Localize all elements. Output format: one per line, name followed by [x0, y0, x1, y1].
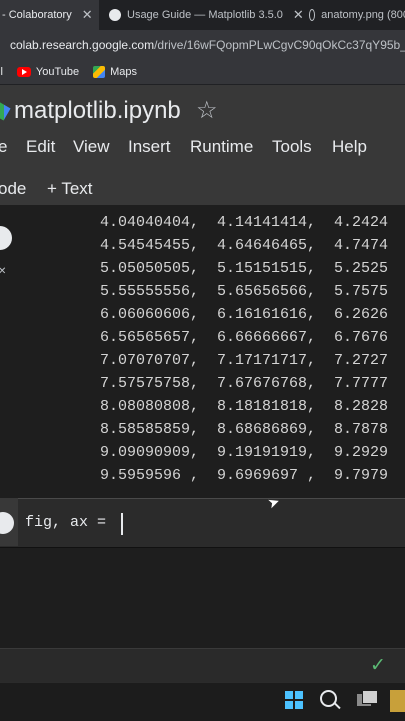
- bookmark-label: il: [0, 66, 3, 78]
- output-line: 5.05050505, 5.15151515, 5.2525: [100, 260, 389, 277]
- tab-anatomy[interactable]: anatomy.png (800: [305, 0, 405, 30]
- menu-file[interactable]: e: [0, 137, 7, 157]
- youtube-icon: [16, 67, 31, 77]
- menu-help[interactable]: Help: [332, 137, 367, 157]
- taskbar: [0, 682, 405, 721]
- menu-runtime[interactable]: Runtime: [190, 137, 253, 157]
- code-editor[interactable]: fig, ax =: [25, 514, 115, 531]
- output-line: 4.04040404, 4.14141414, 4.2424: [100, 214, 389, 231]
- add-text-button[interactable]: + Text: [47, 179, 93, 199]
- tab-label: anatomy.png (800: [321, 9, 405, 21]
- bookmark-youtube[interactable]: YouTube: [16, 66, 80, 78]
- status-bar: [0, 648, 405, 683]
- output-line: 7.07070707, 7.17171717, 7.2727: [100, 352, 389, 369]
- address-bar[interactable]: colab.research.google.com/drive/16wFQopm…: [0, 30, 405, 60]
- bookmarks-bar: il YouTube Maps: [0, 60, 405, 85]
- file-explorer-icon[interactable]: [390, 690, 405, 712]
- output-menu-icon[interactable]: ✕: [0, 266, 6, 277]
- url-host: colab.research.google.com: [10, 38, 155, 52]
- windows-start-icon[interactable]: [285, 691, 303, 709]
- globe-icon: [309, 9, 316, 21]
- tab-label: Usage Guide — Matplotlib 3.5.0: [127, 9, 283, 21]
- url-path: /drive/16wFQopmPLwCgvC90qOkCc37qY95b_qxQ: [154, 38, 405, 52]
- star-icon[interactable]: ☆: [196, 96, 218, 125]
- matplotlib-icon: [109, 9, 121, 21]
- close-icon[interactable]: ✕: [82, 7, 93, 23]
- output-line: 8.58585859, 8.68686869, 8.7878: [100, 421, 389, 438]
- text-caret: [121, 513, 123, 535]
- add-code-button[interactable]: ode: [0, 179, 26, 199]
- output-line: 5.55555556, 5.65656566, 5.7575: [100, 283, 389, 300]
- output-line: 9.09090909, 9.19191919, 9.2929: [100, 444, 389, 461]
- task-view-icon[interactable]: [357, 690, 378, 708]
- bookmark-label: YouTube: [35, 66, 80, 78]
- output-line: 6.56565657, 6.66666667, 6.7676: [100, 329, 389, 346]
- maps-icon: [93, 66, 106, 78]
- menu-insert[interactable]: Insert: [128, 137, 171, 157]
- menu-view[interactable]: View: [73, 137, 110, 157]
- bookmark-label: Maps: [110, 66, 138, 78]
- check-icon: ✓: [370, 655, 386, 676]
- output-line: 9.5959596 , 9.6969697 , 9.7979: [100, 467, 389, 484]
- menu-tools[interactable]: Tools: [272, 137, 312, 157]
- tab-colaboratory[interactable]: - Colaboratory ✕: [0, 0, 99, 30]
- output-line: 6.06060606, 6.16161616, 6.2626: [100, 306, 389, 323]
- bookmark-partial[interactable]: il: [0, 66, 3, 78]
- notebook-title[interactable]: matplotlib.ipynb: [14, 97, 181, 125]
- output-line: 8.08080808, 8.18181818, 8.2828: [100, 398, 389, 415]
- tab-usage-guide[interactable]: Usage Guide — Matplotlib 3.5.0 ✕: [103, 0, 305, 30]
- menu-edit[interactable]: Edit: [26, 137, 55, 157]
- output-line: 7.57575758, 7.67676768, 7.7777: [100, 375, 389, 392]
- bookmark-maps[interactable]: Maps: [93, 66, 137, 78]
- close-icon[interactable]: ✕: [293, 7, 304, 23]
- search-icon[interactable]: [320, 690, 337, 707]
- tab-label: - Colaboratory: [2, 9, 72, 21]
- output-line: 4.54545455, 4.64646465, 4.7474: [100, 237, 389, 254]
